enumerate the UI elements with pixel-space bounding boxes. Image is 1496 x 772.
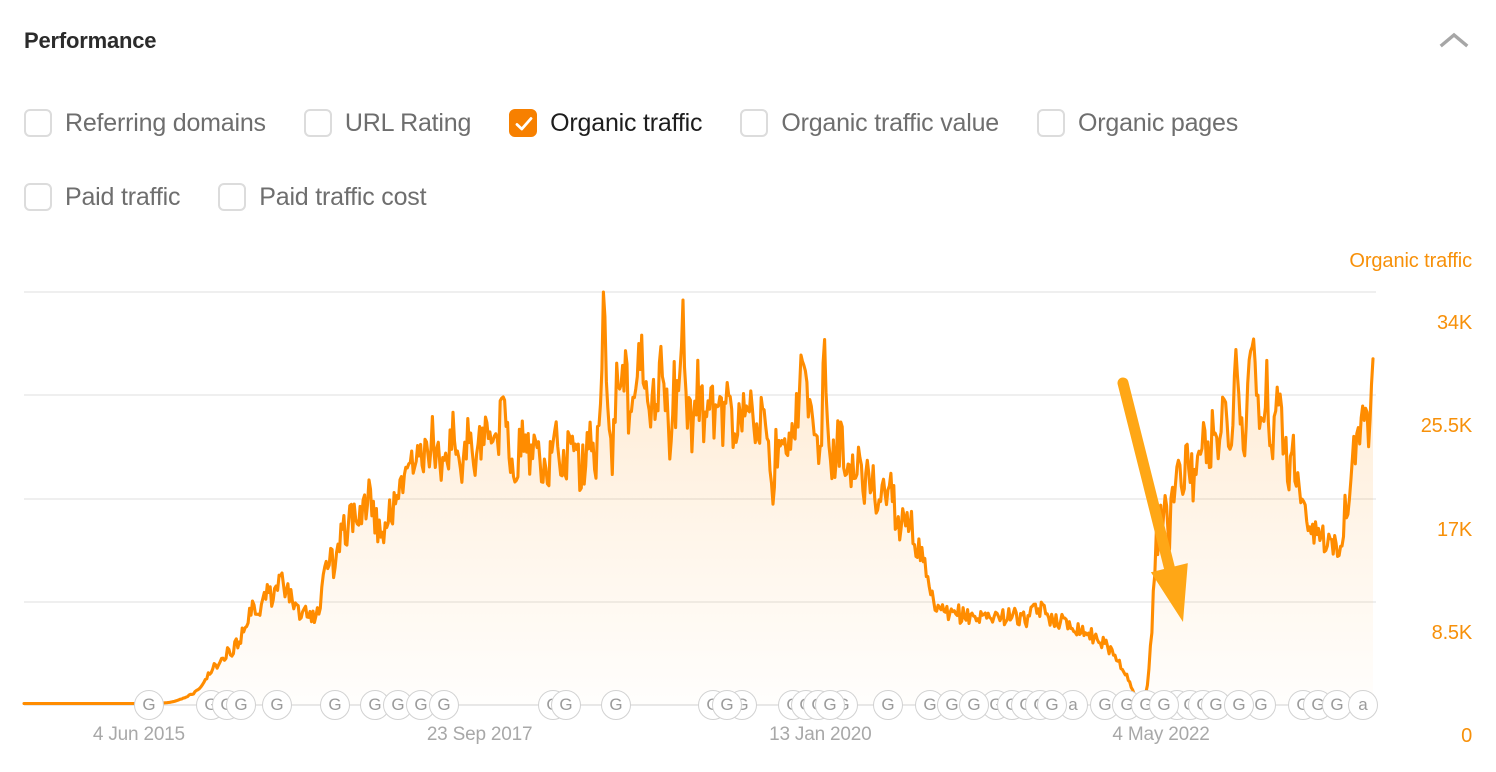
y-axis-tick-8.5K: 8.5K	[1431, 621, 1473, 644]
metric-toggle-list: Referring domains URL Rating Organic traff…	[24, 100, 1464, 220]
chevron-up-glyph	[1439, 32, 1469, 48]
checkbox-url-rating[interactable]	[303, 109, 332, 137]
metric-label-organic-pages: Organic pages	[1078, 108, 1238, 137]
checkbox-paid-traffic[interactable]	[24, 183, 52, 211]
organic-traffic-chart: Organic traffic GGGGGGGGGGGGGGGGGGGGGGGG…	[0, 236, 1496, 772]
y-axis-tick-34K: 34K	[1437, 312, 1472, 334]
series-legend-label: Organic traffic	[1349, 250, 1472, 272]
update-marker-google-14[interactable]: G	[712, 690, 742, 720]
update-marker-google-12[interactable]: G	[601, 690, 631, 720]
metric-toggle-organic-traffic[interactable]: Organic traffic	[509, 108, 703, 137]
checkbox-organic-traffic-value[interactable]	[740, 109, 769, 137]
chevron-up-icon[interactable]	[1432, 20, 1476, 60]
y-axis-tick-17K: 17K	[1437, 518, 1472, 541]
update-marker-google-34[interactable]: G	[1149, 690, 1179, 720]
x-axis-tick-3: 4 May 2022	[1112, 724, 1210, 745]
update-marker-ahrefs-44[interactable]: a	[1348, 690, 1378, 720]
update-marker-google-24[interactable]: G	[959, 690, 989, 720]
metric-toggle-paid-traffic-cost[interactable]: Paid traffic cost	[218, 182, 427, 211]
x-axis-tick-2: 13 Jan 2020	[769, 724, 872, 745]
x-axis-labels: 4 Jun 2015 23 Sep 2017 13 Jan 2020 4 May 20…	[0, 724, 1496, 764]
checkbox-referring-domains[interactable]	[24, 109, 52, 137]
metric-label-paid-traffic: Paid traffic	[65, 182, 181, 211]
metric-label-url-rating: URL Rating	[344, 108, 472, 137]
metric-label-referring-domains: Referring domains	[65, 108, 266, 137]
metric-label-organic-traffic: Organic traffic	[550, 108, 703, 137]
y-axis-tick-25.5K: 25.5K	[1420, 415, 1472, 438]
update-marker-google-3[interactable]: G	[226, 690, 256, 720]
metric-toggle-organic-traffic-value[interactable]: Organic traffic value	[740, 109, 999, 137]
metric-label-organic-traffic-value: Organic traffic value	[781, 108, 999, 137]
metric-row-1: Referring domains URL Rating Organic traff…	[24, 100, 1464, 146]
panel-header: Performance	[0, 0, 1496, 74]
update-marker-google-21[interactable]: G	[873, 690, 903, 720]
check-icon	[515, 117, 533, 131]
x-axis-tick-1: 23 Sep 2017	[426, 724, 533, 745]
metric-label-paid-traffic-cost: Paid traffic cost	[259, 182, 427, 211]
metric-toggle-organic-pages[interactable]: Organic pages	[1037, 109, 1238, 137]
update-marker-google-0[interactable]: G	[134, 690, 164, 720]
checkbox-organic-pages[interactable]	[1037, 109, 1065, 137]
update-marker-google-19[interactable]: G	[815, 690, 845, 720]
x-axis-tick-0: 4 Jun 2015	[92, 724, 185, 745]
update-marker-google-5[interactable]: G	[320, 690, 350, 720]
update-marker-google-9[interactable]: G	[429, 690, 459, 720]
update-marker-google-29[interactable]: G	[1037, 690, 1067, 720]
update-marker-google-4[interactable]: G	[262, 690, 292, 720]
update-marker-google-11[interactable]: G	[551, 690, 581, 720]
chart-plot-area: GGGGGGGGGGGGGGGGGGGGGGGGGGGGGGaGGGGGGGGG…	[22, 290, 1378, 720]
organic-traffic-series	[22, 290, 1375, 706]
checkbox-paid-traffic-cost[interactable]	[218, 183, 247, 211]
page-title: Performance	[24, 28, 157, 53]
metric-toggle-referring-domains[interactable]: Referring domains	[24, 109, 266, 137]
metric-toggle-paid-traffic[interactable]: Paid traffic	[24, 183, 180, 211]
checkbox-organic-traffic[interactable]	[509, 109, 538, 137]
metric-row-2: Paid traffic Paid traffic cost	[24, 174, 1464, 220]
metric-toggle-url-rating[interactable]: URL Rating	[303, 108, 472, 137]
update-marker-google-39[interactable]: G	[1224, 690, 1254, 720]
performance-panel: Performance Referring domains URL Rating O…	[0, 0, 1496, 772]
